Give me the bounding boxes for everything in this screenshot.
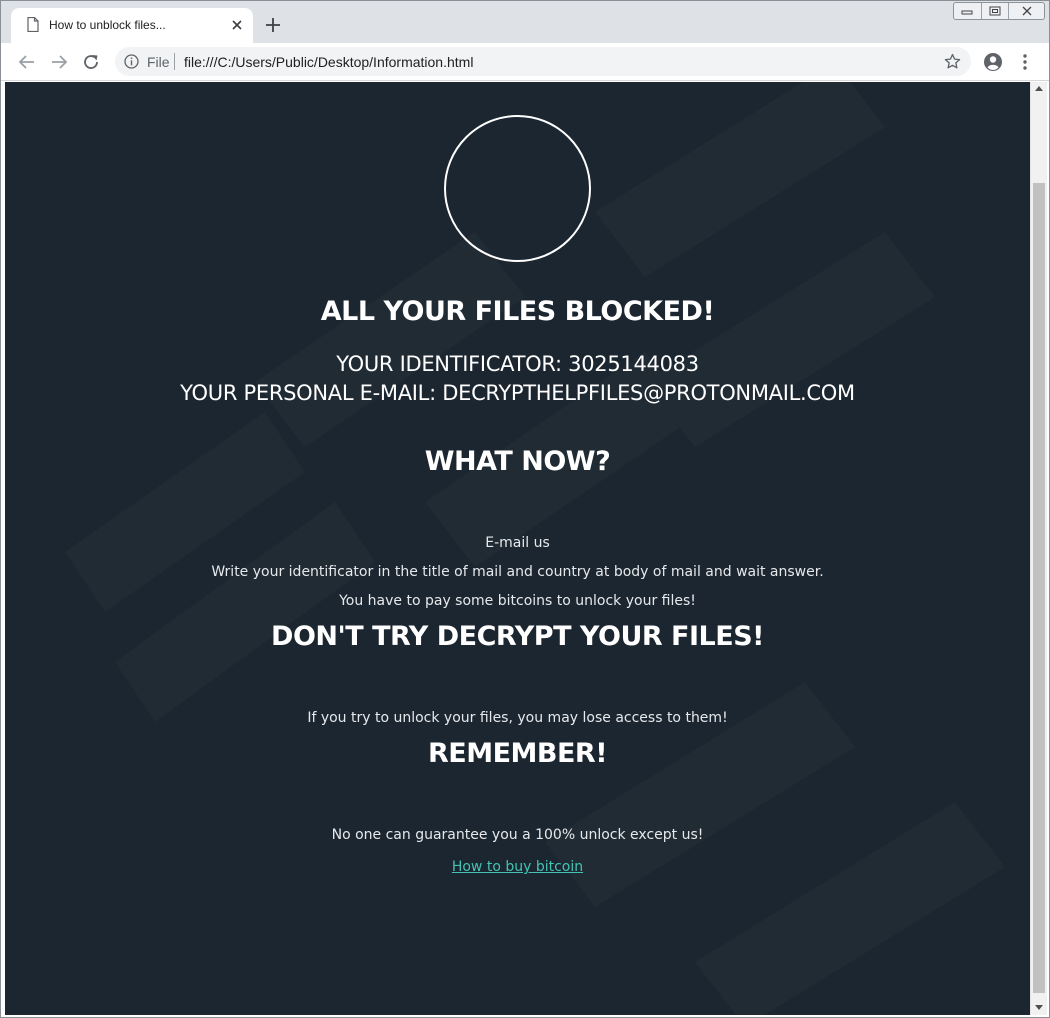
buy-bitcoin-link-row: How to buy bitcoin	[5, 856, 1030, 875]
window-controls	[953, 2, 1045, 20]
close-window-icon	[1022, 6, 1032, 16]
restore-icon	[989, 6, 1001, 16]
close-icon[interactable]	[230, 18, 244, 32]
minimize-icon	[961, 10, 973, 15]
what-now-heading: WHAT NOW?	[424, 446, 611, 477]
tab-title: How to unblock files...	[49, 18, 166, 32]
address-bar[interactable]: File file:///C:/Users/Public/Desktop/Inf…	[115, 47, 971, 76]
warning-heading: DON'T TRY DECRYPT YOUR FILES!	[271, 621, 764, 652]
browser-toolbar: File file:///C:/Users/Public/Desktop/Inf…	[1, 43, 1049, 81]
vertical-scrollbar[interactable]	[1030, 82, 1047, 1015]
tab-active[interactable]: How to unblock files...	[11, 8, 253, 43]
kebab-menu-icon[interactable]	[1017, 53, 1033, 71]
guarantee-text: No one can guarantee you a 100% unlock e…	[331, 827, 704, 843]
scroll-down-icon[interactable]	[1035, 1005, 1043, 1010]
close-window-button[interactable]	[1009, 3, 1044, 19]
scroll-up-icon[interactable]	[1035, 86, 1043, 91]
logo-circle	[444, 115, 591, 262]
instruction-email-us: E-mail us	[485, 535, 550, 551]
instruction-pay-bitcoins: You have to pay some bitcoins to unlock …	[339, 593, 696, 609]
plus-icon[interactable]	[265, 17, 281, 33]
email-line: YOUR PERSONAL E-MAIL: DECRYPTHELPFILES@P…	[180, 381, 855, 405]
headline: ALL YOUR FILES BLOCKED!	[320, 296, 715, 327]
account-circle-icon[interactable]	[983, 52, 1003, 72]
page-viewport: ALL YOUR FILES BLOCKED! YOUR IDENTIFICAT…	[5, 82, 1030, 1015]
maximize-button[interactable]	[982, 3, 1010, 19]
address-separator	[174, 53, 175, 70]
remember-heading: REMEMBER!	[427, 738, 608, 769]
warning-text: If you try to unlock your files, you may…	[307, 710, 728, 726]
arrow-left-icon[interactable]	[17, 52, 37, 72]
minimize-button[interactable]	[954, 3, 982, 19]
reload-icon[interactable]	[81, 52, 101, 72]
url-text[interactable]: file:///C:/Users/Public/Desktop/Informat…	[184, 54, 473, 70]
tab-strip: How to unblock files...	[1, 1, 1049, 43]
scheme-label: File	[147, 54, 170, 70]
arrow-right-icon[interactable]	[49, 52, 69, 72]
buy-bitcoin-link[interactable]: How to buy bitcoin	[452, 859, 583, 875]
star-icon[interactable]	[944, 53, 961, 70]
instruction-write-identificator: Write your identificator in the title of…	[211, 564, 824, 580]
browser-window: How to unblock files... File file:///C:/…	[0, 0, 1050, 1018]
identificator-line: YOUR IDENTIFICATOR: 3025144083	[336, 352, 699, 376]
info-icon[interactable]	[124, 54, 139, 69]
page-icon	[27, 17, 39, 32]
scrollbar-thumb[interactable]	[1033, 183, 1045, 993]
